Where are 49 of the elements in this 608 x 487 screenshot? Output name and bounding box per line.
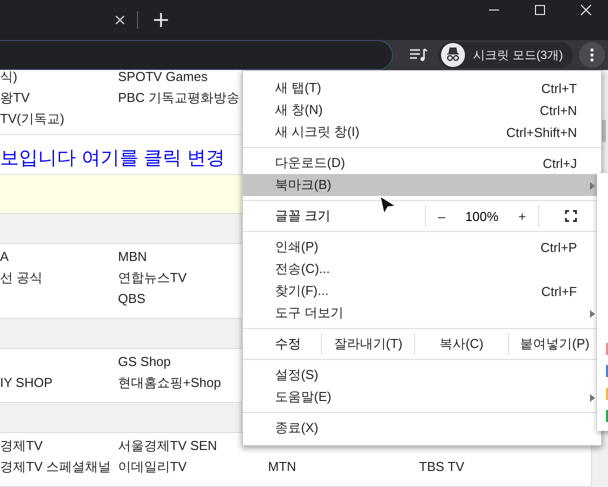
channel-name[interactable]: GS Shop xyxy=(118,354,171,369)
channel-name[interactable]: TV(기독교) xyxy=(0,110,64,126)
menu-icon xyxy=(590,48,594,62)
edit-button[interactable]: 잘라내기(T) xyxy=(322,333,416,355)
zoom-label: 글꼴 크기 xyxy=(274,207,332,225)
close-icon[interactable] xyxy=(580,4,592,16)
incognito-icon xyxy=(441,43,465,67)
channel-name[interactable]: A xyxy=(0,249,9,264)
new-tab-icon[interactable] xyxy=(154,13,168,27)
channel-name[interactable]: 이데일리TV xyxy=(118,458,187,474)
maximize-icon[interactable] xyxy=(534,4,546,16)
channel-name[interactable]: 식) xyxy=(0,70,18,84)
menu-item[interactable]: 인쇄(P) Ctrl+P xyxy=(243,236,601,258)
zoom-in-button[interactable]: + xyxy=(514,208,530,224)
edit-button[interactable]: 붙여넣기(P) xyxy=(508,333,601,355)
channel-name[interactable]: 왕TV xyxy=(0,90,30,104)
zoom-value: 100% xyxy=(465,208,498,224)
menu-item[interactable]: 설정(S) xyxy=(243,364,601,386)
menu-item[interactable]: 전송(C)... xyxy=(243,258,601,280)
channel-name[interactable]: TBS TV xyxy=(419,459,464,474)
menu-item[interactable]: 찾기(F)... Ctrl+F xyxy=(243,280,601,302)
channel-name[interactable]: PBC 기독교평화방송 xyxy=(118,90,240,104)
channel-name[interactable]: QBS xyxy=(118,291,146,306)
close-tab-icon[interactable] xyxy=(115,15,125,25)
notice-link[interactable]: 보입니다 여기를 클릭 변경 xyxy=(0,144,225,170)
menu-item[interactable]: 새 시크릿 창(I) Ctrl+Shift+N xyxy=(243,121,601,143)
channel-name[interactable]: 경제TV xyxy=(0,438,43,452)
edit-button[interactable]: 복사(C) xyxy=(415,333,509,355)
edit-label: 수정 xyxy=(243,333,322,355)
menu-item[interactable]: 새 창(N) Ctrl+N xyxy=(243,99,601,121)
media-control-icon[interactable] xyxy=(410,48,428,62)
menu-item[interactable]: 도움말(E) xyxy=(243,386,601,408)
channel-name[interactable]: 연합뉴스TV xyxy=(118,270,187,284)
channel-name[interactable]: 경제TV 스페셜채널 xyxy=(0,458,112,474)
zoom-out-button[interactable]: – xyxy=(434,208,450,224)
channel-name[interactable]: SPOTV Games xyxy=(118,70,208,84)
menu-item[interactable]: 새 탭(T) Ctrl+T xyxy=(243,77,601,99)
channel-name[interactable]: IY SHOP xyxy=(0,375,53,390)
menu-item[interactable]: 다운로드(D) Ctrl+J xyxy=(243,152,601,174)
menu-item[interactable]: 종료(X) xyxy=(243,417,601,439)
channel-name[interactable]: MTN xyxy=(268,459,296,474)
channel-name[interactable]: MBN xyxy=(118,249,147,264)
channel-name[interactable]: 서울경제TV SEN xyxy=(118,438,217,452)
channel-name[interactable]: 현대홈쇼핑+Shop xyxy=(118,374,221,390)
incognito-button[interactable]: 시크릿 모드(3개) xyxy=(438,42,573,68)
menu-item[interactable]: 도구 더보기 xyxy=(243,302,601,324)
channel-name[interactable]: 선 공식 xyxy=(0,270,43,284)
fullscreen-icon[interactable] xyxy=(565,210,577,222)
menu-button[interactable] xyxy=(579,42,605,68)
